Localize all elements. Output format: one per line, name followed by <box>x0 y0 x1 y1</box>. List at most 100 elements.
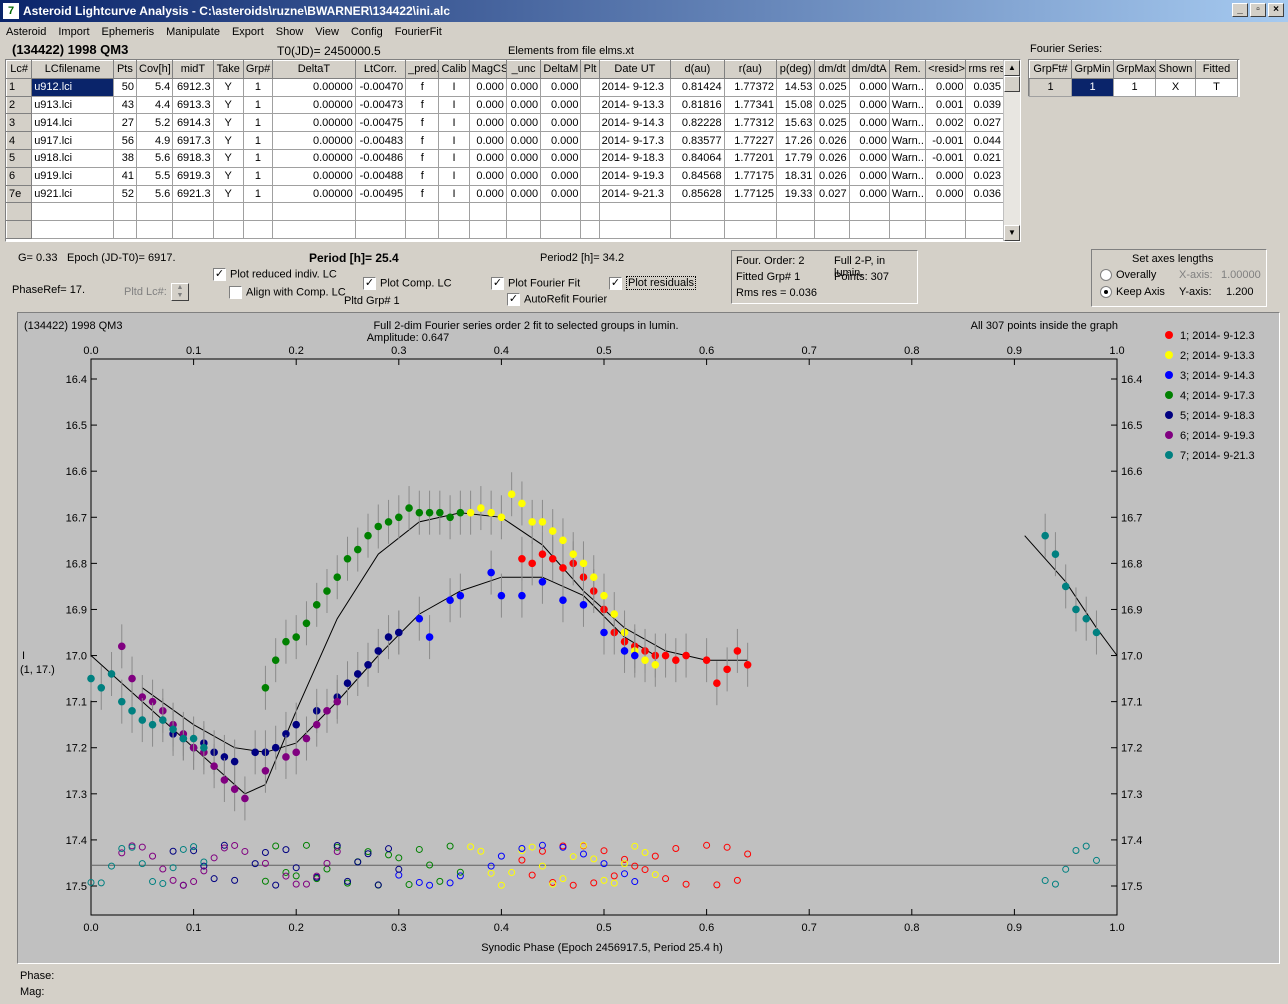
table-row[interactable]: 3 u914.lci 27 5.2 6914.3 Y 1 0.00000 -0.00475 f I 0… <box>6 113 1004 133</box>
plot-comp-checkbox[interactable]: ✓ Plot Comp. LC <box>363 277 452 290</box>
empty-cell[interactable] <box>354 202 407 222</box>
empty-cell[interactable] <box>925 220 967 239</box>
plot-residuals-check-icon[interactable]: ✓ <box>609 277 622 290</box>
empty-cell[interactable] <box>580 220 600 239</box>
menu-fourierfit[interactable]: FourierFit <box>389 26 448 38</box>
empty-cell[interactable] <box>776 202 816 222</box>
table-cell[interactable]: 52 <box>112 184 138 204</box>
fourier-column-header[interactable]: GrpMax <box>1113 60 1156 79</box>
autorefit-check-icon[interactable]: ✓ <box>507 293 520 306</box>
pltd-lc-spinner[interactable]: ▲ ▼ <box>171 283 189 301</box>
lc-column-header[interactable]: dm/dt <box>814 60 850 79</box>
table-cell[interactable]: f <box>405 184 440 204</box>
table-cell[interactable]: 0.00000 <box>272 148 356 168</box>
empty-cell[interactable] <box>212 202 244 222</box>
table-row[interactable]: 2 u913.lci 43 4.4 6913.3 Y 1 0.00000 -0.00473 f I 0… <box>6 95 1004 115</box>
lc-column-header[interactable]: r(au) <box>723 60 778 79</box>
menu-config[interactable]: Config <box>345 26 389 38</box>
empty-cell[interactable] <box>888 220 927 239</box>
lc-column-header[interactable]: midT <box>172 60 214 79</box>
table-cell[interactable]: f <box>405 131 440 150</box>
empty-cell[interactable] <box>814 220 850 239</box>
row-header[interactable]: 4 <box>6 131 33 150</box>
table-cell[interactable]: f <box>405 148 440 168</box>
table-cell[interactable]: -0.001 <box>925 148 967 168</box>
table-cell[interactable]: 0.000 <box>848 166 890 186</box>
empty-cell[interactable] <box>723 220 778 239</box>
table-cell[interactable]: 6913.3 <box>172 95 214 115</box>
lc-column-header[interactable]: DeltaT <box>272 60 356 79</box>
menu-ephemeris[interactable]: Ephemeris <box>96 26 161 38</box>
row-header[interactable]: 5 <box>6 148 33 168</box>
table-cell[interactable]: 0.039 <box>965 95 1004 115</box>
table-cell[interactable] <box>580 95 600 115</box>
table-cell[interactable]: Warn.. <box>888 184 927 204</box>
empty-cell[interactable] <box>540 202 582 222</box>
fourier-cell[interactable]: 1 <box>1113 77 1156 97</box>
table-cell[interactable]: Y <box>212 113 244 133</box>
table-cell[interactable]: -0.00470 <box>354 77 407 97</box>
table-cell[interactable]: u917.lci <box>31 131 114 150</box>
table-cell[interactable]: 0.025 <box>814 113 850 133</box>
table-cell[interactable]: 18.31 <box>776 166 816 186</box>
table-cell[interactable]: Warn.. <box>888 131 927 150</box>
table-cell[interactable]: 19.33 <box>776 184 816 204</box>
plot-residuals-checkbox[interactable]: ✓ Plot residuals <box>609 276 697 291</box>
table-cell[interactable]: f <box>405 113 440 133</box>
table-cell[interactable]: u913.lci <box>31 95 114 115</box>
empty-cell[interactable] <box>405 220 440 239</box>
empty-cell[interactable] <box>272 220 356 239</box>
empty-cell[interactable] <box>272 202 356 222</box>
table-cell[interactable]: 0.000 <box>468 95 507 115</box>
lc-column-header[interactable]: LtCorr. <box>354 60 407 79</box>
table-row[interactable]: 5 u918.lci 38 5.6 6918.3 Y 1 0.00000 -0.00486 f I 0… <box>6 148 1004 168</box>
table-cell[interactable]: 27 <box>112 113 138 133</box>
table-cell[interactable]: Warn.. <box>888 113 927 133</box>
keep-axis-radio-icon[interactable] <box>1100 286 1112 299</box>
table-cell[interactable]: 0.000 <box>848 95 890 115</box>
table-cell[interactable]: 1 <box>242 166 274 186</box>
lc-column-header[interactable]: DeltaM <box>540 60 582 79</box>
empty-cell[interactable] <box>723 202 778 222</box>
table-cell[interactable]: 0.000 <box>468 148 507 168</box>
table-cell[interactable]: -0.001 <box>925 131 967 150</box>
lc-column-header[interactable]: Grp# <box>242 60 274 79</box>
table-row[interactable]: 7e u921.lci 52 5.6 6921.3 Y 1 0.00000 -0.00495 f I… <box>6 184 1004 204</box>
table-row[interactable]: 1 u912.lci 50 5.4 6912.3 Y 1 0.00000 -0.00470 f I 0… <box>6 77 1004 97</box>
table-cell[interactable]: 1.77227 <box>723 131 778 150</box>
table-cell[interactable]: I <box>438 184 470 204</box>
table-cell[interactable]: 5.5 <box>135 166 174 186</box>
empty-cell[interactable] <box>172 202 214 222</box>
table-cell[interactable]: 0.000 <box>848 77 890 97</box>
table-cell[interactable]: 0.000 <box>540 95 582 115</box>
table-cell[interactable]: -0.00495 <box>354 184 407 204</box>
plot-reduced-check-icon[interactable]: ✓ <box>213 268 226 281</box>
table-cell[interactable]: 1 <box>242 131 274 150</box>
plot-reduced-checkbox[interactable]: ✓ Plot reduced indiv. LC <box>213 268 337 281</box>
table-cell[interactable]: 0.000 <box>848 184 890 204</box>
table-cell[interactable]: 0.001 <box>925 95 967 115</box>
table-cell[interactable]: 1 <box>242 184 274 204</box>
table-cell[interactable]: u919.lci <box>31 166 114 186</box>
fourier-cell[interactable]: 1 <box>1029 77 1072 97</box>
lc-column-header[interactable]: p(deg) <box>776 60 816 79</box>
empty-cell[interactable] <box>848 220 890 239</box>
table-cell[interactable]: 0.000 <box>468 113 507 133</box>
fourier-cell[interactable]: T <box>1195 77 1238 97</box>
table-cell[interactable]: 15.08 <box>776 95 816 115</box>
table-cell[interactable]: 0.000 <box>540 113 582 133</box>
scroll-thumb[interactable] <box>1004 76 1020 92</box>
table-cell[interactable]: 0.82228 <box>670 113 725 133</box>
lc-column-header[interactable]: d(au) <box>670 60 725 79</box>
overally-radio[interactable]: Overally <box>1100 269 1156 282</box>
empty-row[interactable] <box>6 202 1004 222</box>
empty-cell[interactable] <box>438 220 470 239</box>
table-cell[interactable]: 0.00000 <box>272 77 356 97</box>
table-cell[interactable]: u918.lci <box>31 148 114 168</box>
table-cell[interactable]: 0.000 <box>505 184 542 204</box>
menu-export[interactable]: Export <box>226 26 270 38</box>
fourier-cell[interactable]: 1 <box>1071 77 1114 97</box>
table-cell[interactable]: 0.000 <box>468 184 507 204</box>
table-cell[interactable]: 1.77175 <box>723 166 778 186</box>
empty-cell[interactable] <box>6 220 33 239</box>
